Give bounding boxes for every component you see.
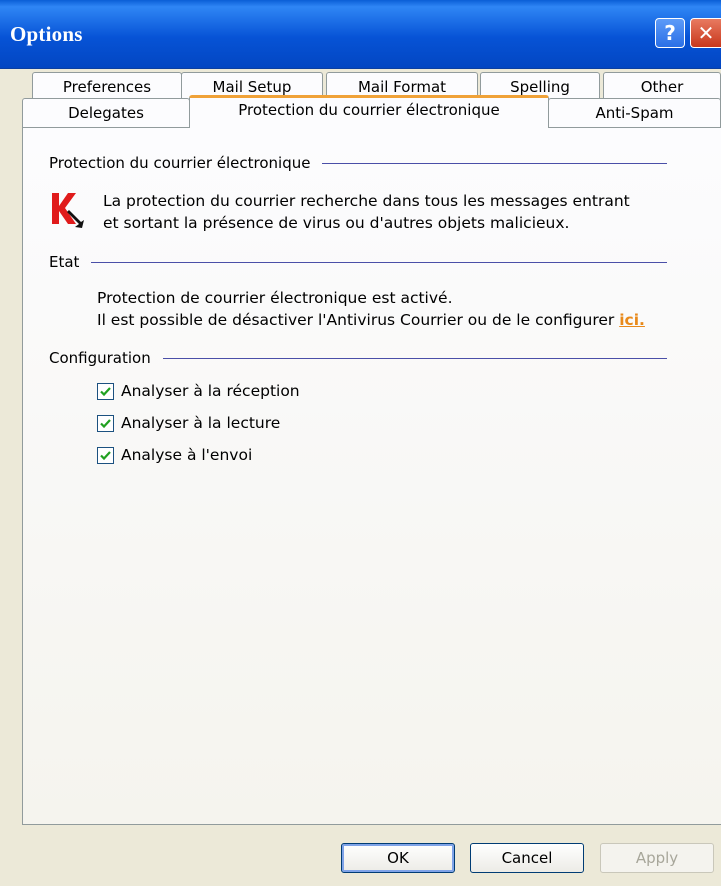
analyse-envoi-label: Analyse à l'envoi — [121, 446, 253, 464]
state-description-line1: Protection de courrier électronique est … — [97, 289, 453, 307]
tab-delegates[interactable]: Delegates — [22, 98, 190, 128]
state-description-text: Il est possible de désactiver l'Antiviru… — [97, 311, 615, 329]
config-section-title: Configuration — [49, 349, 151, 367]
option-analyse-lecture[interactable]: Analyser à la lecture — [97, 414, 280, 432]
close-icon: ✕ — [697, 21, 715, 45]
analyse-reception-label: Analyser à la réception — [121, 382, 300, 400]
options-dialog: Options ? ✕ Preferences Mail Setup Mail … — [0, 0, 721, 886]
protection-description-line2: et sortant la présence de virus ou d'aut… — [103, 214, 570, 232]
analyse-reception-checkbox[interactable] — [97, 382, 114, 400]
help-icon: ? — [664, 21, 676, 45]
state-description-line2: Il est possible de désactiver l'Antiviru… — [97, 309, 645, 331]
config-section-header: Configuration — [49, 349, 667, 367]
help-button[interactable]: ? — [655, 18, 685, 48]
apply-button[interactable]: Apply — [600, 843, 714, 873]
window-title: Options — [10, 22, 83, 46]
state-section-title: Etat — [49, 253, 80, 271]
analyse-lecture-label: Analyser à la lecture — [121, 414, 281, 432]
tab-protection-courrier[interactable]: Protection du courrier électronique — [189, 95, 549, 128]
option-analyse-reception[interactable]: Analyser à la réception — [97, 382, 300, 400]
close-button[interactable]: ✕ — [690, 18, 721, 48]
ok-button[interactable]: OK — [341, 843, 455, 873]
state-description: Protection de courrier électronique est … — [97, 287, 645, 331]
protection-section-title: Protection du courrier électronique — [49, 154, 311, 172]
protection-description-line1: La protection du courrier recherche dans… — [103, 192, 630, 210]
option-analyse-envoi[interactable]: Analyse à l'envoi — [97, 446, 252, 464]
protection-description: La protection du courrier recherche dans… — [103, 190, 630, 234]
tab-anti-spam[interactable]: Anti-Spam — [548, 98, 721, 128]
analyse-envoi-checkbox[interactable] — [97, 446, 114, 464]
tab-panel: Protection du courrier électronique La p… — [22, 127, 721, 825]
checkmark-icon — [100, 450, 111, 460]
analyse-lecture-checkbox[interactable] — [97, 414, 114, 432]
kaspersky-k-logo-icon — [49, 188, 85, 228]
state-section-header: Etat — [49, 253, 667, 271]
title-bar[interactable]: Options ? ✕ — [0, 0, 721, 69]
section-divider — [322, 162, 667, 164]
cancel-button[interactable]: Cancel — [470, 843, 584, 873]
section-divider — [162, 357, 667, 359]
configure-link[interactable]: ici. — [619, 311, 645, 329]
checkmark-icon — [100, 418, 111, 428]
checkmark-icon — [100, 386, 111, 396]
protection-section-header: Protection du courrier électronique — [49, 154, 667, 172]
section-divider — [91, 261, 667, 263]
